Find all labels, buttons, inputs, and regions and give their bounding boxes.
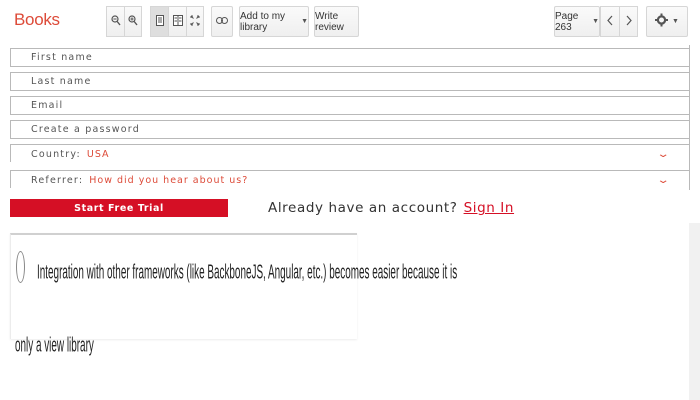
- country-select[interactable]: Country: USA ⌄: [10, 144, 690, 162]
- referrer-select-text: Referrer: How did you hear about us?: [31, 175, 248, 186]
- two-page-icon: [172, 13, 183, 31]
- password-placeholder: Create a password: [31, 124, 140, 135]
- page-nav-group: [600, 6, 638, 37]
- zoom-in-icon: [128, 13, 138, 31]
- last-name-placeholder: Last name: [31, 76, 92, 87]
- link-button[interactable]: [211, 6, 233, 37]
- already-have-account: Already have an account? Sign In: [268, 200, 514, 216]
- chevron-left-icon: [607, 13, 613, 31]
- start-free-trial-button[interactable]: Start Free Trial: [10, 199, 228, 217]
- country-label: Country:: [31, 149, 81, 160]
- next-page-button[interactable]: [619, 6, 638, 37]
- zoom-group: [106, 6, 142, 37]
- zoom-out-icon: [110, 13, 121, 31]
- country-value: USA: [86, 149, 110, 160]
- page-label: Page 263: [555, 10, 579, 33]
- fullscreen-icon: [190, 13, 200, 31]
- two-page-view-button[interactable]: [168, 6, 186, 37]
- answer-option-text: Integration with other frameworks (like …: [37, 262, 458, 284]
- chevron-down-icon: ▼: [672, 18, 679, 25]
- add-to-library-button[interactable]: Add to my library ▼: [239, 6, 309, 37]
- fullscreen-button[interactable]: [186, 6, 204, 37]
- chevron-down-icon: ⌄: [656, 175, 670, 186]
- last-name-field[interactable]: Last name: [10, 72, 690, 91]
- referrer-select[interactable]: Referrer: How did you hear about us? ⌄: [10, 170, 690, 188]
- chevron-down-icon: ▼: [301, 18, 308, 25]
- gear-icon: [655, 13, 669, 30]
- write-review-label: Write review: [315, 10, 344, 33]
- email-placeholder: Email: [31, 100, 64, 111]
- referrer-label: Referrer:: [31, 175, 84, 186]
- answer-option-text-continued: only a view library: [15, 335, 94, 357]
- view-mode-group: [150, 6, 204, 37]
- chevron-down-icon: ⌄: [656, 149, 670, 160]
- books-toolbar: Books Add to my library ▼ Write review P…: [0, 0, 700, 45]
- chevron-right-icon: [626, 13, 632, 31]
- page-selector[interactable]: Page 263 ▼: [554, 6, 600, 37]
- link-icon: [216, 16, 228, 27]
- previous-page-button[interactable]: [600, 6, 619, 37]
- answer-option-card: [10, 233, 357, 339]
- password-field[interactable]: Create a password: [10, 120, 690, 139]
- already-text: Already have an account?: [268, 200, 458, 216]
- vertical-scrollbar[interactable]: [689, 223, 700, 400]
- form-right-edge: [689, 45, 690, 190]
- books-logo[interactable]: Books: [14, 10, 60, 30]
- sign-in-link[interactable]: Sign In: [464, 200, 514, 216]
- write-review-button[interactable]: Write review: [314, 6, 359, 37]
- referrer-value: How did you hear about us?: [89, 175, 249, 186]
- first-name-field[interactable]: First name: [10, 48, 690, 67]
- first-name-placeholder: First name: [31, 52, 93, 63]
- add-to-library-label: Add to my library: [240, 10, 286, 33]
- answer-radio-button[interactable]: [16, 251, 25, 283]
- settings-button[interactable]: ▼: [646, 6, 688, 37]
- single-page-view-button[interactable]: [150, 6, 168, 37]
- chevron-down-icon: ▼: [592, 18, 599, 25]
- email-field[interactable]: Email: [10, 96, 690, 115]
- country-select-text: Country: USA: [31, 149, 110, 160]
- single-page-icon: [155, 13, 164, 31]
- zoom-out-button[interactable]: [106, 6, 124, 37]
- zoom-in-button[interactable]: [124, 6, 142, 37]
